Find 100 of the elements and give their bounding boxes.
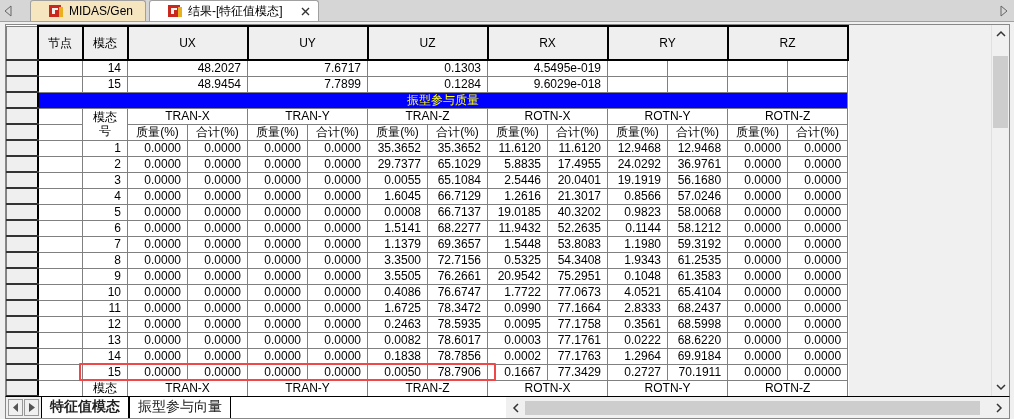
vertical-scrollbar[interactable] [991, 25, 1009, 396]
table-cell: 0.0000 [727, 220, 788, 236]
table-cell: 0.0000 [727, 364, 788, 380]
table-cell: 0.5325 [487, 252, 548, 268]
column-header: 合计(%) [547, 124, 608, 140]
table-cell: 0.0000 [727, 300, 788, 316]
table-cell: 3 [82, 172, 128, 188]
column-header: TRAN-Z [367, 108, 488, 124]
table-cell: 0.0000 [787, 140, 848, 156]
table-cell: 15 [82, 76, 128, 92]
column-header: 质量(%) [127, 124, 188, 140]
table-cell: 0.0000 [787, 220, 848, 236]
document-tab[interactable]: 结果-[特征值模态] [149, 0, 319, 21]
table-cell: 72.7156 [427, 252, 488, 268]
table-cell: 0.0000 [187, 316, 248, 332]
table-cell: 7 [82, 236, 128, 252]
table-cell: 0.0000 [247, 332, 308, 348]
table-cell: 0.0000 [787, 252, 848, 268]
table-cell: 0.1303 [367, 60, 488, 76]
table-cell: 66.7129 [427, 188, 488, 204]
table-cell: 0.0000 [247, 220, 308, 236]
table-cell: 11.6120 [547, 140, 608, 156]
column-header: 质量(%) [487, 124, 548, 140]
row-header[interactable] [6, 26, 38, 60]
table-cell: 57.0246 [667, 188, 728, 204]
column-header: UX [127, 26, 248, 60]
table-cell: 0.0000 [787, 236, 848, 252]
table-cell: 35.3652 [427, 140, 488, 156]
sheet-tab[interactable]: 振型参与向量 [129, 397, 231, 418]
table-cell: 1.2616 [487, 188, 548, 204]
table-cell: 0.0000 [187, 300, 248, 316]
table-cell: 0.0000 [727, 236, 788, 252]
table-cell: 0.0000 [787, 300, 848, 316]
table-cell: 48.9454 [127, 76, 248, 92]
sheet-tab[interactable]: 特征值模态 [41, 397, 129, 418]
table-cell: 68.6220 [667, 332, 728, 348]
table-cell: 0.0000 [187, 172, 248, 188]
document-tab[interactable]: MIDAS/Gen [30, 0, 147, 21]
previous-sheet-button[interactable] [8, 399, 23, 416]
table-cell: 0.0000 [307, 236, 368, 252]
table-cell: 65.1084 [427, 172, 488, 188]
column-header: 合计(%) [427, 124, 488, 140]
table-cell: 0.0000 [787, 156, 848, 172]
table-cell: 1.6725 [367, 300, 428, 316]
table-cell: 58.0068 [667, 204, 728, 220]
scroll-down-icon[interactable] [995, 384, 1006, 391]
table-cell: 77.0673 [547, 284, 608, 300]
table-cell: 0.1144 [607, 220, 668, 236]
next-sheet-button[interactable] [24, 399, 39, 416]
table-cell: 78.5935 [427, 316, 488, 332]
table-cell: 0.0000 [727, 268, 788, 284]
table-cell: 3.5505 [367, 268, 428, 284]
table-cell: 0.0000 [127, 300, 188, 316]
column-header: 合计(%) [187, 124, 248, 140]
table-cell: 1.7722 [487, 284, 548, 300]
table-cell: 0.0000 [727, 252, 788, 268]
table-cell: 4.5495e-019 [487, 60, 608, 76]
column-header: 质量(%) [367, 124, 428, 140]
column-header: RZ [727, 26, 848, 60]
scroll-thumb[interactable] [993, 56, 1008, 128]
table-cell: 0.0000 [127, 188, 188, 204]
scroll-up-icon[interactable] [995, 30, 1006, 37]
table-cell: 0.0990 [487, 300, 548, 316]
horizontal-scrollbar[interactable] [506, 397, 1009, 418]
table-cell: 36.9761 [667, 156, 728, 172]
table-cell: 0.0000 [127, 268, 188, 284]
table-cell: 0.0000 [247, 188, 308, 204]
column-header: ROTN-Y [607, 108, 728, 124]
scroll-left-icon[interactable] [512, 402, 519, 413]
table-cell: 0.0000 [307, 172, 368, 188]
app-icon [168, 4, 183, 18]
table-cell: 54.3408 [547, 252, 608, 268]
column-header: TRAN-Y [247, 108, 368, 124]
table-cell: 0.0000 [247, 316, 308, 332]
column-header: 合计(%) [667, 124, 728, 140]
table-cell: 0.0000 [247, 172, 308, 188]
scroll-right-icon[interactable] [996, 402, 1003, 413]
table-cell: 69.3657 [427, 236, 488, 252]
table-cell: 76.6747 [427, 284, 488, 300]
table-cell: 24.0292 [607, 156, 668, 172]
table-cell: 77.3429 [547, 364, 608, 380]
table-cell: 20.0401 [547, 172, 608, 188]
table-cell: 0.0000 [247, 140, 308, 156]
column-header: RX [487, 26, 608, 60]
table-cell: 76.2661 [427, 268, 488, 284]
column-header: UY [247, 26, 368, 60]
table-cell: 0.0000 [307, 220, 368, 236]
table-cell: 0.0000 [187, 204, 248, 220]
table-cell: 0.2463 [367, 316, 428, 332]
table-cell: 0.0000 [187, 220, 248, 236]
close-icon[interactable] [300, 6, 310, 16]
table-cell: 7.7899 [247, 76, 368, 92]
table-cell: 3.3500 [367, 252, 428, 268]
table-cell: 2 [82, 156, 128, 172]
table-cell: 0.0000 [187, 284, 248, 300]
table-cell: 0.0000 [247, 300, 308, 316]
column-header: 合计(%) [307, 124, 368, 140]
table-cell: 8 [82, 252, 128, 268]
table-cell: 10 [82, 284, 128, 300]
scroll-thumb[interactable] [525, 400, 980, 415]
